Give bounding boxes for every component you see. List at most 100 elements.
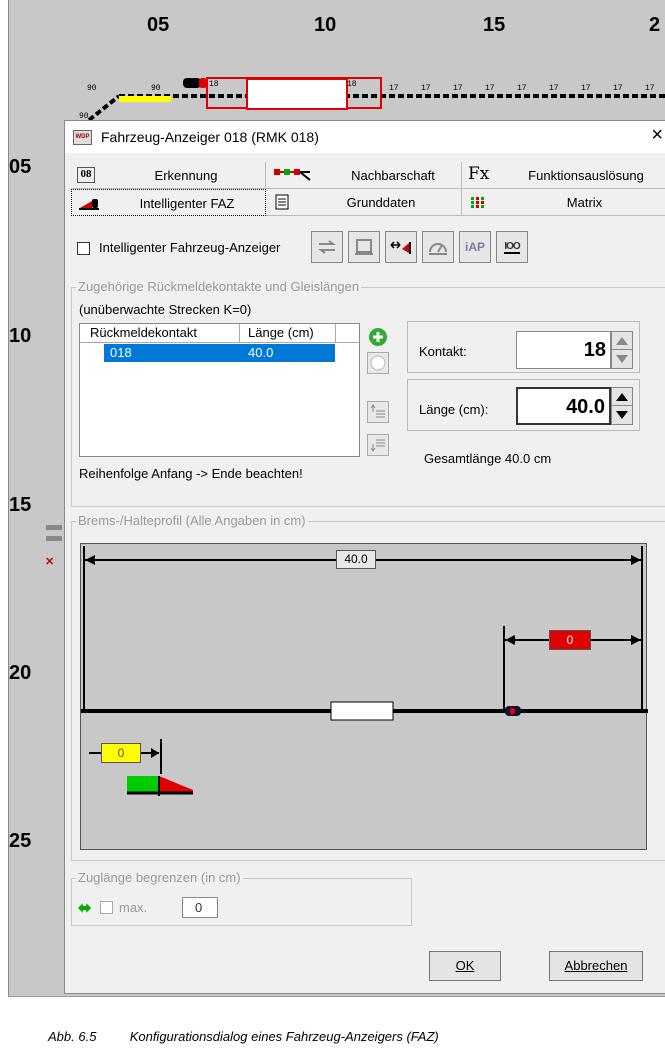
ruler-y-label: 25 — [9, 830, 32, 852]
box-icon[interactable] — [348, 231, 380, 263]
column-divider — [239, 324, 240, 343]
app-icon: WDP — [73, 130, 92, 145]
tab-erkennung[interactable]: 08 Erkennung — [71, 162, 266, 189]
spin-down-icon[interactable] — [612, 350, 632, 368]
tab-label: Erkennung — [154, 168, 218, 183]
tab-matrix[interactable]: Matrix — [462, 189, 665, 216]
total-length: Gesamtlänge 40.0 cm — [424, 451, 552, 466]
tab-label: Funktionsauslösung — [528, 168, 644, 183]
table-header: Rückmeldekontakt Länge (cm) — [80, 324, 359, 343]
max-length-input[interactable]: 0 — [182, 897, 218, 918]
block-label: 18 — [209, 80, 219, 89]
max-length-checkbox[interactable] — [100, 901, 113, 914]
ruler-y-label: 05 — [9, 156, 32, 178]
ruler-y-label: 15 — [9, 494, 32, 516]
gauge-icon[interactable] — [422, 231, 454, 263]
ioo-button[interactable]: IOO — [496, 231, 528, 263]
tab-grunddaten[interactable]: Grunddaten — [266, 189, 462, 216]
tab-funktionsausloesung[interactable]: Fx Funktionsauslösung — [462, 162, 665, 189]
fahrzeug-anzeiger-dialog: WDP Fahrzeug-Anzeiger 018 (RMK 018) × 08… — [64, 120, 665, 994]
cancel-button[interactable]: Abbrechen — [549, 951, 643, 981]
contacts-group-legend: Zugehörige Rückmeldekontakte und Gleislä… — [76, 279, 362, 294]
block-label: 17 — [485, 84, 495, 93]
block-label: 17 — [613, 84, 623, 93]
block-label: 17 — [389, 84, 399, 93]
close-button[interactable]: × — [651, 124, 663, 147]
tab-label: Grunddaten — [346, 195, 416, 210]
kontakt-label: Kontakt: — [419, 344, 467, 359]
block-label: 17 — [581, 84, 591, 93]
remove-icon[interactable] — [367, 352, 389, 374]
tab-label: Matrix — [566, 195, 603, 210]
ok-label: OK — [455, 958, 475, 973]
figure-caption: Abb. 6.5 Konfigurationsdialog eines Fahr… — [48, 1029, 439, 1044]
row-length: 40.0 — [248, 345, 274, 360]
tab-intelligenter-faz[interactable]: Intelligenter FAZ — [71, 189, 266, 216]
block-label: 90 — [151, 84, 161, 93]
max-label: max. — [119, 900, 148, 915]
block-label: 17 — [453, 84, 463, 93]
column-header-contact[interactable]: Rückmeldekontakt — [90, 325, 197, 340]
block-label: 17 — [421, 84, 431, 93]
block-label: 17 — [645, 84, 655, 93]
fx-icon: Fx — [468, 164, 490, 184]
ioo-label: IOO — [504, 240, 521, 254]
brake-profile-canvas: 40.0 0 0 — [80, 543, 648, 850]
block-label: 18 — [347, 80, 357, 89]
brake-offset-marker[interactable]: 0 — [101, 743, 141, 763]
ruler-y-label: 10 — [9, 325, 32, 347]
brake-group-legend: Brems-/Halteprofil (Alle Angaben in cm) — [76, 513, 308, 528]
brake-profile-drawing — [81, 546, 648, 796]
matrix-icon — [471, 197, 484, 208]
direction-red-icon[interactable] — [385, 231, 417, 263]
block-label: 90 — [87, 84, 97, 93]
column-header-length[interactable]: Länge (cm) — [248, 325, 314, 340]
tab-nachbarschaft[interactable]: Nachbarschaft — [266, 162, 462, 189]
move-down-icon[interactable] — [367, 434, 389, 456]
intelligent-checkbox-label: Intelligenter Fahrzeug-Anzeiger — [99, 240, 281, 255]
ruler-x-label: 15 — [483, 14, 506, 36]
iap-button[interactable]: iAP — [459, 231, 491, 263]
table-row[interactable]: 018 40.0 — [104, 344, 335, 362]
laenge-label: Länge (cm): — [419, 402, 489, 417]
move-up-icon[interactable] — [367, 401, 389, 423]
tab-label: Intelligenter FAZ — [139, 196, 235, 211]
block-label: 17 — [517, 84, 527, 93]
tab-label: Nachbarschaft — [351, 168, 435, 183]
swap-arrows-icon[interactable] — [311, 231, 343, 263]
caption-text: Konfigurationsdialog eines Fahrzeug-Anze… — [129, 1029, 439, 1044]
laenge-spinner[interactable] — [611, 387, 633, 425]
signal-mark-icon: ✕ — [45, 556, 55, 568]
kontakt-spinner[interactable] — [611, 331, 633, 369]
block-label: 17 — [549, 84, 559, 93]
contacts-subtitle: (unüberwachte Strecken K=0) — [79, 302, 252, 317]
spin-up-icon[interactable] — [612, 332, 632, 350]
document-icon — [275, 194, 289, 210]
ok-button[interactable]: OK — [429, 951, 501, 981]
tab-icon-08: 08 — [77, 167, 95, 183]
kontakt-field[interactable]: 18 — [516, 331, 611, 369]
ruler-y-label: 20 — [9, 662, 32, 684]
contacts-table: Rückmeldekontakt Länge (cm) 018 40.0 — [79, 323, 360, 457]
intelligent-checkbox[interactable] — [77, 242, 90, 255]
total-length-marker[interactable]: 40.0 — [336, 550, 376, 569]
row-contact: 018 — [110, 345, 132, 360]
spin-down-icon[interactable] — [612, 406, 632, 424]
ruler-x-label: 05 — [147, 14, 170, 36]
neighbor-icon — [274, 169, 311, 181]
laenge-field[interactable]: 40.0 — [516, 387, 611, 425]
track-stub — [46, 536, 62, 541]
train-icon — [79, 199, 99, 210]
ruler-x-label: 10 — [314, 14, 337, 36]
double-arrow-icon: ⬌ — [78, 900, 92, 917]
add-icon[interactable] — [367, 326, 389, 348]
layout-editor-background: 05 10 15 2 05 10 15 20 25 90 90 18 18 17… — [8, 0, 665, 997]
cancel-label: Abbrechen — [564, 958, 628, 973]
train-length-legend: Zuglänge begrenzen (in cm) — [76, 870, 243, 885]
stop-offset-marker[interactable]: 0 — [549, 630, 591, 650]
caption-number: Abb. 6.5 — [48, 1029, 97, 1044]
title-bar: WDP Fahrzeug-Anzeiger 018 (RMK 018) × — [65, 121, 665, 153]
column-divider — [335, 324, 336, 343]
spin-up-icon[interactable] — [612, 388, 632, 406]
ruler-x-label: 2 — [649, 14, 661, 36]
